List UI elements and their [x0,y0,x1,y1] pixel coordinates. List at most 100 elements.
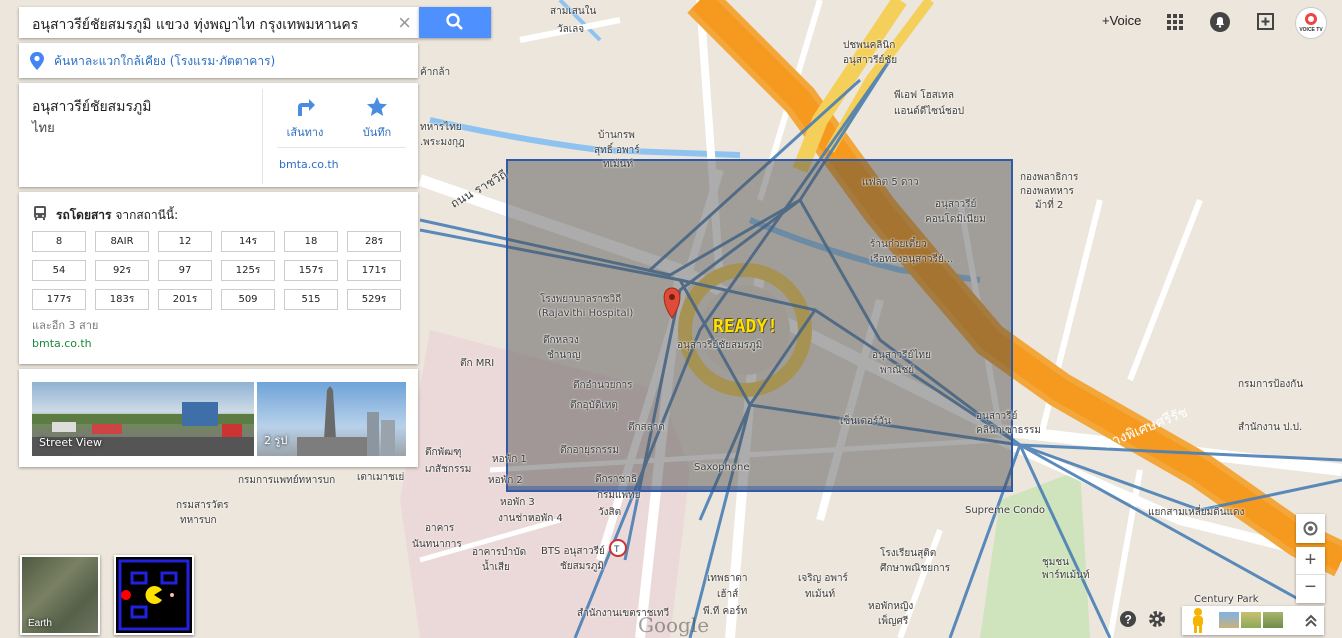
zoom-out-button[interactable]: − [1296,575,1325,602]
route-chip[interactable]: 157ร [284,260,338,281]
nearby-search-link[interactable]: ค้นหาละแวกใกล้เคียง (โรงแรม·ภัตตาคาร) [54,52,275,71]
transit-title: รถโดยสาร จากสถานีนี้: [56,208,179,222]
voice-tv-logo-icon [1305,13,1317,25]
directions-button[interactable]: เส้นทาง [275,95,335,141]
route-chip[interactable]: 28ร [347,231,401,252]
map-label: Century Park [1194,594,1259,605]
map-label: แฟลต 5 ดาว [862,177,919,188]
close-icon[interactable]: × [398,10,411,36]
transit-card: รถโดยสาร จากสถานีนี้: 8 8AIR 12 14ร 18 28ร 54 9… [19,192,418,364]
map-label: คลินิกเซาธรรม [976,425,1041,436]
expand-up-icon[interactable] [1304,614,1318,628]
route-chip[interactable]: 125ร [221,260,275,281]
route-chip[interactable]: 201ร [158,289,212,310]
map-label: BTS อนุสาวรีย์ [541,546,605,557]
map-label: น้ำเสีย [482,562,510,573]
map-label: สำนักงาน ป.ป. [1238,422,1303,433]
route-chip[interactable]: 14ร [221,231,275,252]
apps-grid-icon[interactable] [1166,13,1184,31]
map-label: ปชพนคลินิก [843,40,896,51]
map-label: ทเม้นท์ [603,159,634,170]
route-chip[interactable]: 515 [284,289,338,310]
route-chip[interactable]: 8 [32,231,86,252]
photo-thumbnail[interactable]: 2 รูป [257,382,406,456]
imagery-thumbnail[interactable] [1219,612,1239,628]
map-label: กรมการป้องกัน [1238,379,1304,390]
map-label: หอพัก 2 [488,475,523,486]
route-chip[interactable]: 54 [32,260,86,281]
search-input[interactable]: อนุสาวรีย์ชัยสมรภูมิ แขวง ทุ่งพญาไท กรุง… [32,14,358,36]
map-label: หอพักหญิง [868,601,914,612]
map-label: หอพัก 4 [528,513,563,524]
share-plus-icon[interactable] [1256,12,1276,32]
map-label: เฮ้าส์ [717,589,739,600]
photos-count-label: 2 รูป [264,434,288,447]
map-label: คอนโดมิเนียม [925,214,986,225]
map-label: แอนด์ดีไซน์ชอป [894,106,965,117]
location-pin-icon [30,52,44,70]
save-button[interactable]: บันทึก [347,95,407,141]
route-chip[interactable]: 12 [158,231,212,252]
gear-icon[interactable] [1147,609,1167,629]
place-card: อนุสาวรีย์ชัยสมรภูมิ ไทย เส้นทาง บันทึก … [19,83,418,187]
search-button[interactable] [419,7,491,38]
map-label: โรงเรียนสุติต [880,548,937,559]
search-box[interactable]: อนุสาวรีย์ชัยสมรภูมิ แขวง ทุ่งพญาไท กรุง… [19,7,419,38]
map-label: อาคาร [425,523,455,534]
map-label: ชัยสมรภูมิ [560,561,604,572]
route-chip[interactable]: 18 [284,231,338,252]
imagery-thumbnail[interactable] [1263,612,1283,628]
map-label: อนุสาวรีย์ชัยสมรภูมิ [677,340,763,351]
directions-label: เส้นทาง [286,126,324,139]
map-label: ค้ากล้า [420,67,451,78]
map-label: Supreme Condo [965,505,1046,516]
notifications-bell-icon[interactable] [1209,11,1231,33]
layers-bar [1182,606,1324,635]
route-chip[interactable]: 97 [158,260,212,281]
map-label: เภสัชกรรม [425,464,472,475]
map-label: ทหารบก [180,515,217,526]
map-label: ชำนาญ [547,350,581,361]
divider [277,147,406,148]
help-icon[interactable]: ? [1119,610,1137,628]
zoom-in-button[interactable]: + [1296,547,1325,575]
map-label: เรือทองอนุสาวรีย์... [870,254,954,265]
pegman-icon[interactable] [1186,606,1210,635]
place-country: ไทย [32,121,55,136]
place-name: อนุสาวรีย์ชัยสมรภูมิ [32,99,152,115]
nearby-search-card[interactable]: ค้นหาละแวกใกล้เคียง (โรงแรม·ภัตตาคาร) [19,43,418,78]
earth-view-toggle[interactable]: Earth [20,555,100,635]
my-location-button[interactable] [1296,514,1325,543]
search-icon [446,13,463,30]
map-label: ตึก MRI [460,358,495,369]
save-label: บันทึก [362,126,392,139]
route-chip[interactable]: 171ร [347,260,401,281]
voice-link[interactable]: +Voice [1102,13,1141,28]
route-chip[interactable]: 177ร [32,289,86,310]
route-chip[interactable]: 8AIR [95,231,149,252]
route-chip[interactable]: 529ร [347,289,401,310]
account-avatar[interactable]: VOICE TV [1295,7,1327,39]
website-link[interactable]: bmta.co.th [279,158,339,171]
route-chip[interactable]: 92ร [95,260,149,281]
route-chip[interactable]: 183ร [95,289,149,310]
street-view-thumbnail[interactable]: Street View [32,382,254,456]
map-label: .พระมงกุฎ [420,137,465,148]
svg-text:?: ? [1125,613,1132,627]
svg-text:T: T [614,544,620,554]
map-label: กองพลทหาร [1020,186,1074,197]
pacman-game-thumbnail[interactable] [114,555,194,635]
map-label: โรงพยาบาลราชวิถี [540,294,622,305]
transit-website-link[interactable]: bmta.co.th [32,337,92,350]
map-label: ตึกสลาด [628,422,665,433]
map-label: กรมแพทย [597,490,641,501]
map-label: ศึกษาพณิชยการ [880,563,951,574]
map-label: อาคารบำบัด [472,547,527,558]
imagery-thumbnail[interactable] [1241,612,1261,628]
map-label: บ้านกรพ [598,130,635,141]
route-chip[interactable]: 509 [221,289,275,310]
map-label: พาณิชย์ [880,365,915,376]
ready-text: READY! [713,316,779,337]
map-label: พี.ที คอร์ท [703,606,748,617]
map-label: พีเอฟ โฮสเทล [894,90,954,101]
